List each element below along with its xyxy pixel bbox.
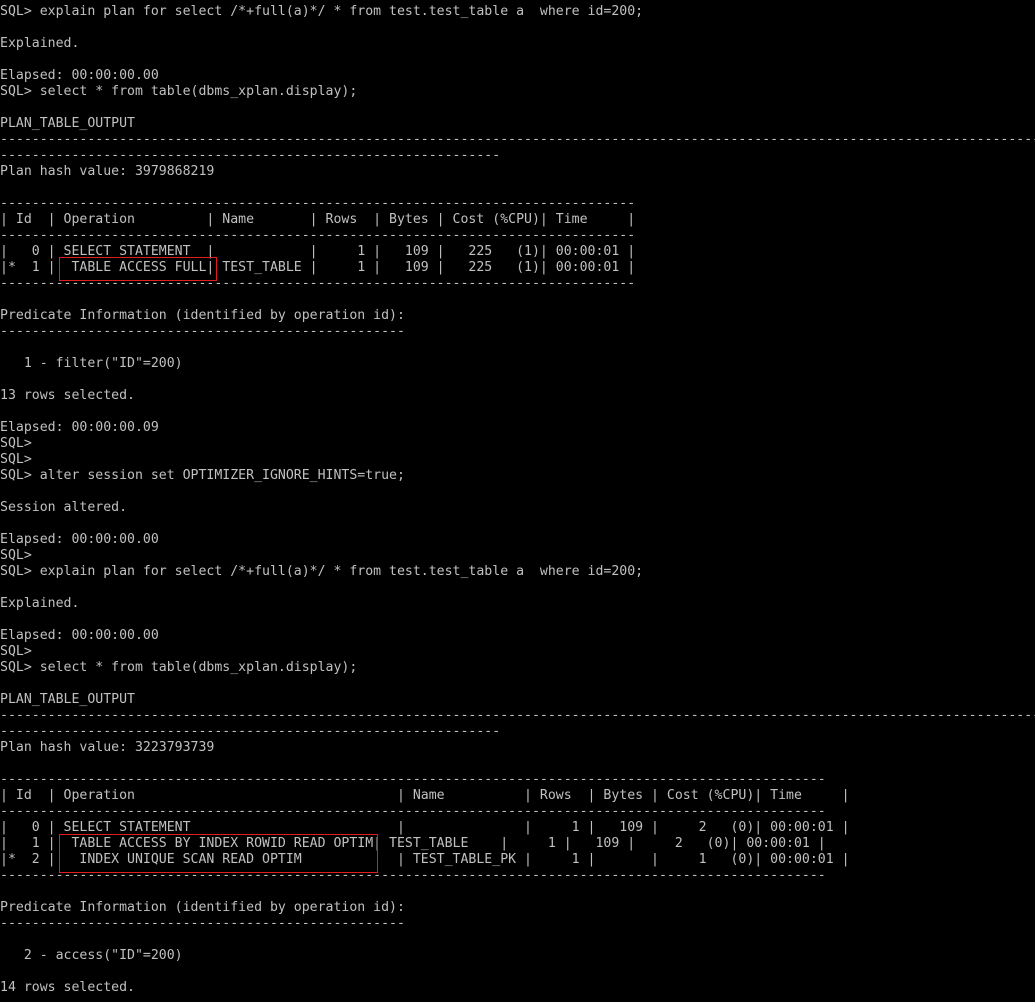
terminal-line: ----------------------------------------… [0, 916, 405, 931]
terminal-line: | Id | Operation | Name | Rows | Bytes |… [0, 212, 636, 227]
terminal-line: SQL> select * from table(dbms_xplan.disp… [0, 84, 358, 99]
terminal-line: ----------------------------------------… [0, 196, 636, 211]
terminal-line: SQL> [0, 452, 32, 467]
terminal-line: SQL> explain plan for select /*+full(a)*… [0, 4, 644, 19]
terminal-line: ----------------------------------------… [0, 724, 501, 739]
terminal-line: PLAN_TABLE_OUTPUT [0, 116, 135, 131]
terminal-line: PLAN_TABLE_OUTPUT [0, 692, 135, 707]
terminal-line: Elapsed: 00:00:00.00 [0, 68, 159, 83]
terminal-line: ----------------------------------------… [0, 276, 636, 291]
terminal-line: 14 rows selected. [0, 980, 135, 995]
terminal-line: Plan hash value: 3223793739 [0, 740, 215, 755]
terminal-line: 13 rows selected. [0, 388, 135, 403]
terminal-line: 1 - filter("ID"=200) [0, 356, 183, 371]
terminal-line: 2 - access("ID"=200) [0, 948, 183, 963]
terminal-line: Elapsed: 00:00:00.00 [0, 628, 159, 643]
terminal-line: Session altered. [0, 500, 128, 515]
terminal-line: ----------------------------------------… [0, 804, 826, 819]
terminal-line: SQL> [0, 644, 32, 659]
terminal-output[interactable]: SQL> explain plan for select /*+full(a)*… [0, 0, 1035, 1002]
terminal-lines: SQL> explain plan for select /*+full(a)*… [0, 4, 1035, 996]
terminal-line: SQL> select * from table(dbms_xplan.disp… [0, 660, 358, 675]
terminal-line: |* 1 | TABLE ACCESS FULL| TEST_TABLE | 1… [0, 260, 636, 275]
terminal-line: ----------------------------------------… [0, 132, 1035, 147]
terminal-line: Predicate Information (identified by ope… [0, 308, 405, 323]
terminal-line: | 1 | TABLE ACCESS BY INDEX ROWID READ O… [0, 836, 826, 851]
terminal-line: Explained. [0, 36, 80, 51]
terminal-line: Explained. [0, 596, 80, 611]
terminal-line: ----------------------------------------… [0, 868, 826, 883]
terminal-line: ----------------------------------------… [0, 148, 501, 163]
terminal-line: ----------------------------------------… [0, 324, 405, 339]
terminal-line: | 0 | SELECT STATEMENT | | 1 | 109 | 225… [0, 244, 636, 259]
terminal-line: ----------------------------------------… [0, 772, 826, 787]
terminal-line: Elapsed: 00:00:00.00 [0, 532, 159, 547]
terminal-line: |* 2 | INDEX UNIQUE SCAN READ OPTIM | TE… [0, 852, 850, 867]
terminal-line: ----------------------------------------… [0, 708, 1035, 723]
terminal-line: ----------------------------------------… [0, 228, 636, 243]
terminal-line: SQL> [0, 436, 32, 451]
terminal-line: SQL> [0, 548, 32, 563]
terminal-line: | Id | Operation | Name | Rows | Bytes |… [0, 788, 850, 803]
terminal-line: Predicate Information (identified by ope… [0, 900, 405, 915]
terminal-line: SQL> explain plan for select /*+full(a)*… [0, 564, 644, 579]
terminal-line: Elapsed: 00:00:00.09 [0, 420, 159, 435]
terminal-line: SQL> alter session set OPTIMIZER_IGNORE_… [0, 468, 405, 483]
terminal-line: Plan hash value: 3979868219 [0, 164, 215, 179]
terminal-line: | 0 | SELECT STATEMENT | | 1 | 109 | 2 (… [0, 820, 850, 835]
